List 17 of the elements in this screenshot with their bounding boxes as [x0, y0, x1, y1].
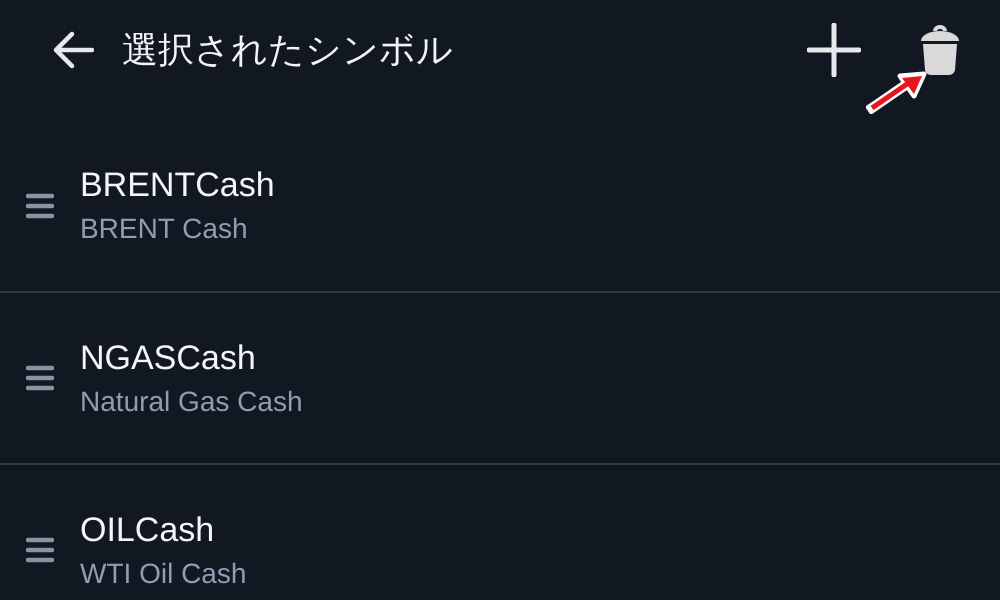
drag-handle-icon[interactable]	[26, 365, 54, 391]
screen-title: 選択されたシンボル	[122, 28, 454, 72]
symbol-name: BRENTCash	[80, 166, 275, 205]
trash-can-icon	[918, 23, 962, 77]
symbol-name: NGASCash	[80, 338, 257, 378]
plus-icon	[807, 23, 861, 77]
symbol-name: OILCash	[80, 510, 216, 550]
annotation-arrow	[866, 70, 928, 114]
symbol-description: BRENT Cash	[80, 213, 249, 245]
symbol-row[interactable]: BRENTCash BRENT Cash	[0, 100, 1000, 293]
symbol-description: Natural Gas Cash	[80, 386, 303, 418]
symbol-row[interactable]: NGASCash Natural Gas Cash	[0, 293, 1000, 465]
drag-handle-icon[interactable]	[26, 537, 54, 563]
symbol-row[interactable]: OILCash WTI Oil Cash	[0, 465, 1000, 600]
add-button[interactable]	[804, 20, 864, 80]
symbol-description: WTI Oil Cash	[80, 558, 246, 590]
drag-handle-icon[interactable]	[26, 192, 54, 218]
